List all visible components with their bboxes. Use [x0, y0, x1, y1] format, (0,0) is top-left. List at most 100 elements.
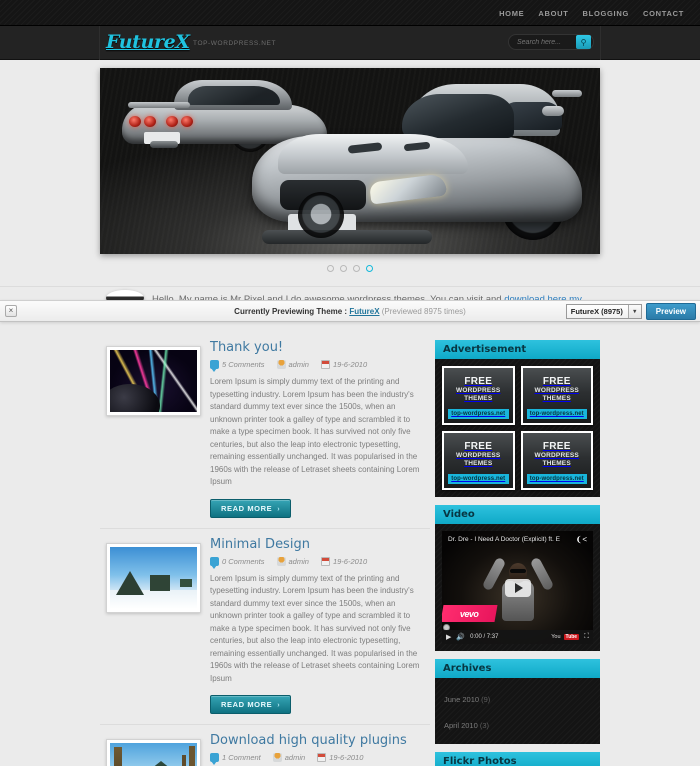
- post-author-label: admin: [284, 753, 306, 762]
- list-item: June 2010 (9): [442, 685, 593, 711]
- nav-item-contact[interactable]: CONTACT: [643, 9, 684, 18]
- calendar-icon: [320, 360, 330, 369]
- preview-times: (Previewed 8975 times): [379, 306, 466, 316]
- post-date-label: 19-6-2010: [329, 753, 364, 762]
- video-title: Dr. Dre - I Need A Doctor (Explicit) ft.…: [448, 536, 560, 543]
- ad-subline-2: THEMES: [464, 395, 493, 402]
- post-excerpt: Lorem Ipsum is simply dummy text of the …: [210, 377, 420, 486]
- ad-headline: FREE: [542, 441, 571, 452]
- post-thumbnail[interactable]: [106, 739, 201, 766]
- ad-url: top-wordpress.net: [448, 409, 509, 419]
- ad-banner[interactable]: FREE WORDPRESS THEMES top-wordpress.net: [442, 431, 515, 490]
- post-thumbnail[interactable]: [106, 346, 201, 416]
- video-time: 0:00 / 7:37: [470, 634, 499, 640]
- widget-title-archives: Archives: [435, 659, 600, 678]
- read-more-label: READ MORE: [221, 700, 273, 709]
- post-author[interactable]: admin: [276, 556, 309, 566]
- widget-flickr: Flickr Photos: [435, 752, 600, 766]
- ad-banner[interactable]: FREE WORDPRESS THEMES top-wordpress.net: [520, 366, 593, 425]
- video-controls: ▶ 🔊 0:00 / 7:37 You Tube ⛶: [442, 630, 593, 644]
- widget-video: Video Dr. Dre - I Need A Doctor (Explici…: [435, 505, 600, 651]
- calendar-icon: [317, 753, 327, 762]
- post-author[interactable]: admin: [272, 753, 306, 762]
- site-header: FutureX TOP-WORDPRESS.NET ⚲: [0, 26, 700, 60]
- post-date: 19-6-2010: [320, 360, 367, 369]
- post-list: Thank you! 5 Comments admin 19-6-2010 Lo…: [100, 332, 430, 766]
- hero-slide-image: [100, 68, 600, 254]
- arrow-right-icon: ›: [277, 702, 281, 709]
- site-logo[interactable]: FutureX: [106, 31, 190, 53]
- ad-url: top-wordpress.net: [526, 409, 587, 419]
- ad-grid: FREE WORDPRESS THEMES top-wordpress.net …: [442, 366, 593, 490]
- search-box[interactable]: ⚲: [508, 34, 594, 50]
- theme-select-dropdown[interactable]: FutureX (8975) ▾: [565, 303, 642, 319]
- youtube-logo[interactable]: You Tube: [551, 634, 580, 640]
- post-date: 19-6-2010: [320, 556, 367, 566]
- youtube-badge: Tube: [563, 634, 580, 640]
- advertisement-body: FREE WORDPRESS THEMES top-wordpress.net …: [435, 359, 600, 497]
- right-rail: [600, 332, 700, 766]
- archives-body: June 2010 (9) April 2010 (3): [435, 678, 600, 744]
- archive-label: June 2010: [444, 695, 480, 704]
- read-more-button[interactable]: READ MORE ›: [210, 498, 292, 518]
- hero-slider[interactable]: [100, 68, 600, 254]
- slider-dot-3[interactable]: [353, 264, 360, 272]
- search-icon[interactable]: ⚲: [576, 35, 591, 49]
- slider-dot-1[interactable]: [327, 264, 334, 272]
- archive-link-june[interactable]: June 2010 (9): [444, 695, 490, 704]
- post-comments[interactable]: 5 Comments: [210, 360, 265, 372]
- comment-icon: [210, 556, 219, 569]
- calendar-icon: [320, 556, 330, 566]
- ad-banner[interactable]: FREE WORDPRESS THEMES top-wordpress.net: [520, 431, 593, 490]
- post-comments-label: 5 Comments: [222, 360, 265, 369]
- widget-advertisement: Advertisement FREE WORDPRESS THEMES top-…: [435, 340, 600, 497]
- post-author[interactable]: admin: [276, 360, 309, 369]
- video-body: Dr. Dre - I Need A Doctor (Explicit) ft.…: [435, 524, 600, 651]
- video-player[interactable]: Dr. Dre - I Need A Doctor (Explicit) ft.…: [442, 531, 593, 644]
- post-title-link[interactable]: Minimal Design: [210, 537, 310, 552]
- play-button-icon[interactable]: ▶: [446, 633, 451, 641]
- preview-theme-name[interactable]: FutureX: [349, 307, 379, 316]
- nav-item-blogging[interactable]: BLOGGING: [583, 9, 629, 18]
- user-icon: [272, 753, 282, 762]
- post-item: Thank you! 5 Comments admin 19-6-2010 Lo…: [100, 332, 430, 529]
- search-input[interactable]: [509, 35, 575, 49]
- nav-item-home[interactable]: HOME: [499, 9, 524, 18]
- post-thumbnail-image: [110, 350, 197, 412]
- post-title: Download high quality plugins: [210, 733, 424, 748]
- top-nav-links: HOME ABOUT BLOGGING CONTACT: [499, 0, 684, 26]
- volume-icon[interactable]: 🔊: [456, 633, 465, 641]
- read-more-label: READ MORE: [221, 503, 273, 513]
- slider-pagination: [0, 261, 700, 275]
- read-more-button[interactable]: READ MORE ›: [210, 695, 292, 714]
- widget-title-video: Video: [435, 505, 600, 524]
- theme-select-value: FutureX (8975): [570, 306, 623, 316]
- vevo-logo: vevo: [442, 605, 498, 622]
- ad-subline-1: WORDPRESS: [534, 452, 579, 459]
- post-comments-label: 0 Comments: [222, 556, 265, 566]
- post-thumbnail[interactable]: [106, 542, 201, 613]
- post-title-link[interactable]: Download high quality plugins: [210, 733, 407, 748]
- ad-banner[interactable]: FREE WORDPRESS THEMES top-wordpress.net: [442, 366, 515, 425]
- widget-archives: Archives June 2010 (9) April 2010 (3): [435, 659, 600, 744]
- page-root: HOME ABOUT BLOGGING CONTACT FutureX TOP-…: [0, 0, 700, 766]
- vevo-label: vevo: [459, 608, 479, 619]
- play-icon[interactable]: [504, 578, 531, 597]
- post-title-link[interactable]: Thank you!: [210, 340, 283, 355]
- slider-dot-4[interactable]: [366, 264, 373, 272]
- post-comments[interactable]: 1 Comment: [210, 753, 261, 765]
- archive-link-april[interactable]: April 2010 (3): [444, 721, 489, 730]
- post-thumbnail-image: [110, 743, 197, 766]
- fullscreen-icon[interactable]: ⛶: [584, 633, 589, 641]
- archive-count: (3): [479, 721, 490, 730]
- ad-url: top-wordpress.net: [526, 474, 587, 484]
- post-author-label: admin: [288, 556, 309, 566]
- preview-label: Currently Previewing Theme :: [234, 306, 350, 316]
- archive-count: (9): [481, 695, 491, 704]
- post-meta: 1 Comment admin 19-6-2010: [210, 753, 424, 765]
- share-icon[interactable]: ❨<: [576, 535, 587, 544]
- post-comments[interactable]: 0 Comments: [210, 556, 265, 569]
- nav-item-about[interactable]: ABOUT: [538, 9, 568, 18]
- archive-label: April 2010: [444, 721, 478, 730]
- slider-dot-2[interactable]: [340, 264, 347, 272]
